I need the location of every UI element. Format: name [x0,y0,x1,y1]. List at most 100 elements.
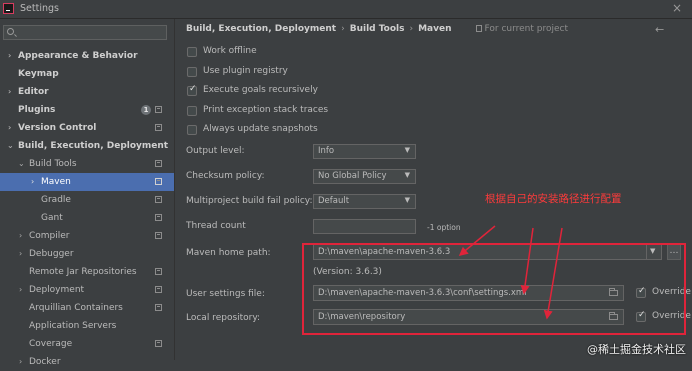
chevron-down-icon: ▼ [404,196,410,204]
sidebar-item-gant[interactable]: Gant [0,209,174,227]
browse-button[interactable]: … [667,244,681,260]
maven-version-text: (Version: 3.6.3) [313,267,382,277]
sidebar-item-deployment[interactable]: › Deployment [0,281,174,299]
checksum-policy-select[interactable]: No Global Policy ▼ [313,169,416,184]
chevron-right-icon[interactable]: › [19,227,22,245]
back-arrow-icon[interactable]: ← [655,23,664,36]
thread-count-label: Thread count [186,221,246,231]
output-level-label: Output level: [186,146,245,156]
checkbox-label: Print exception stack traces [203,105,329,115]
project-scope-icon [155,232,162,239]
title-bar: Settings × [0,0,692,19]
update-count-badge: 1 [141,105,151,115]
sidebar-item-label: Compiler [29,231,70,241]
sidebar-item-build-tools[interactable]: ⌄ Build Tools [0,155,174,173]
sidebar-item-application-servers[interactable]: Application Servers [0,317,174,335]
chevron-down-icon[interactable]: ⌄ [7,137,14,155]
intellij-app-icon [3,3,14,14]
settings-sidebar: › Appearance & Behavior Keymap › Editor … [0,19,175,367]
chevron-right-icon[interactable]: › [31,173,34,191]
sidebar-item-label: Arquillian Containers [29,303,123,313]
thread-count-input[interactable] [313,219,416,234]
sidebar-item-keymap[interactable]: Keymap [0,65,174,83]
breadcrumb-part: Maven [418,24,452,34]
search-input[interactable] [18,27,163,38]
execute-goals-recursively-checkbox[interactable] [187,84,197,96]
project-scope-icon [155,178,162,185]
sidebar-item-label: Docker [29,357,61,367]
sidebar-item-compiler[interactable]: › Compiler [0,227,174,245]
chevron-right-icon[interactable]: › [8,119,11,137]
sidebar-item-version-control[interactable]: › Version Control [0,119,174,137]
settings-content: Build, Execution, Deployment › Build Tools… [175,19,692,360]
chevron-down-icon[interactable]: ⌄ [18,155,25,173]
chevron-right-icon[interactable]: › [8,47,11,65]
project-scope-icon [155,286,162,293]
breadcrumb-part: Build Tools [349,24,405,34]
user-settings-field[interactable]: D:\maven\apache-maven-3.6.3\conf\setting… [313,285,624,301]
checkbox-label: Use plugin registry [203,66,288,76]
checksum-policy-value: No Global Policy [318,171,387,181]
fail-policy-select[interactable]: Default ▼ [313,194,416,209]
sidebar-item-arquillian-containers[interactable]: Arquillian Containers [0,299,174,317]
project-scope-icon [155,214,162,221]
sidebar-item-plugins[interactable]: Plugins 1 [0,101,174,119]
close-icon[interactable]: × [672,1,682,15]
breadcrumb-separator: › [341,24,345,34]
sidebar-item-remote-jar-repositories[interactable]: Remote Jar Repositories [0,263,174,281]
use-plugin-registry-checkbox[interactable] [187,67,197,77]
sidebar-item-label: Build Tools [29,159,77,169]
maven-home-value: D:\maven\apache-maven-3.6.3 [318,247,451,257]
output-level-select[interactable]: Info ▼ [313,144,416,159]
chevron-down-icon[interactable] [646,245,661,259]
breadcrumb-separator: › [409,24,414,34]
chevron-down-icon: ▼ [404,171,410,179]
sidebar-item-appearance-behavior[interactable]: › Appearance & Behavior [0,47,174,65]
sidebar-item-label: Plugins [18,105,56,115]
local-repository-field[interactable]: D:\maven\repository [313,309,624,325]
sidebar-item-editor[interactable]: › Editor [0,83,174,101]
search-icon [7,28,14,35]
always-update-snapshots-checkbox[interactable] [187,125,197,135]
sidebar-item-label: Keymap [18,69,59,79]
local-repository-override-checkbox[interactable] [636,310,646,322]
sidebar-item-maven[interactable]: › Maven [0,173,174,191]
sidebar-item-coverage[interactable]: Coverage [0,335,174,353]
project-scope-icon [155,340,162,347]
user-settings-override-checkbox[interactable] [636,286,646,298]
settings-tree: › Appearance & Behavior Keymap › Editor … [0,47,174,371]
sidebar-item-label: Gradle [41,195,71,205]
sidebar-item-debugger[interactable]: › Debugger [0,245,174,263]
sidebar-item-build-execution-deployment[interactable]: ⌄ Build, Execution, Deployment [0,137,174,155]
thread-count-hint: -1 option [427,223,461,232]
search-box[interactable] [3,25,167,40]
window-title: Settings [20,3,59,14]
sidebar-item-label: Coverage [29,339,73,349]
chevron-right-icon[interactable]: › [19,353,22,371]
checkbox-label: Work offline [203,46,257,56]
output-level-value: Info [318,146,335,156]
work-offline-checkbox[interactable] [187,47,197,57]
sidebar-item-label: Version Control [18,123,97,133]
checkbox-label: Always update snapshots [203,124,318,134]
user-settings-value: D:\maven\apache-maven-3.6.3\conf\setting… [318,288,527,298]
chevron-right-icon[interactable]: › [19,245,22,263]
maven-home-label: Maven home path: [186,248,271,258]
chevron-right-icon[interactable]: › [19,281,22,299]
sidebar-item-label: Gant [41,213,63,223]
sidebar-item-label: Debugger [29,249,74,259]
project-scope-icon [155,196,162,203]
project-scope-icon [475,25,482,32]
chevron-down-icon: ▼ [404,146,410,154]
sidebar-item-label: Deployment [29,285,85,295]
maven-home-combo[interactable]: D:\maven\apache-maven-3.6.3 [313,244,662,260]
sidebar-item-label: Remote Jar Repositories [29,267,137,277]
override-label: Override [652,311,691,321]
print-stack-traces-checkbox[interactable] [187,106,197,116]
folder-icon[interactable] [609,288,618,296]
folder-icon[interactable] [609,312,618,320]
sidebar-item-docker[interactable]: › Docker [0,353,174,371]
project-scope-icon [155,124,162,131]
sidebar-item-gradle[interactable]: Gradle [0,191,174,209]
chevron-right-icon[interactable]: › [8,83,11,101]
